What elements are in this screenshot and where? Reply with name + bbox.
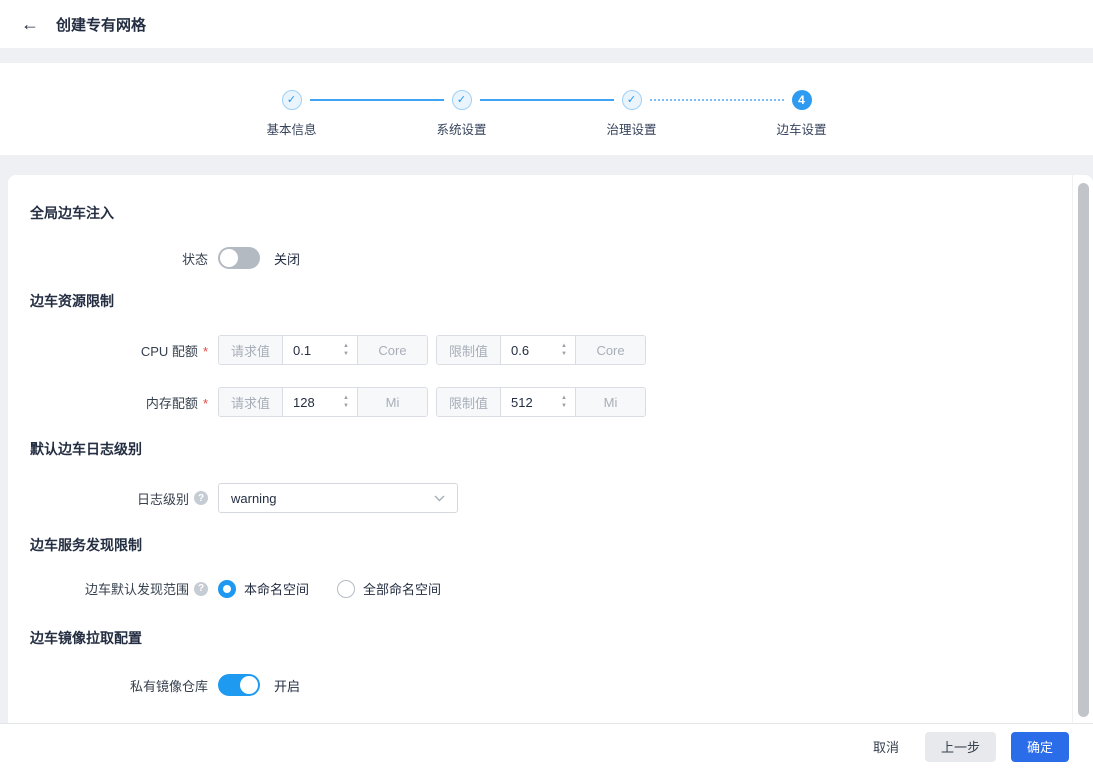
cpu-quota-row: CPU 配额 * 请求值 ▲▼ Core 限制值 ▲▼ Core	[30, 335, 1053, 365]
private-registry-toggle-state: 开启	[274, 678, 301, 694]
step-label-system-settings[interactable]: 系统设置	[436, 119, 486, 138]
section-title-image-pull: 边车镜像拉取配置	[30, 630, 142, 646]
status-label: 状态	[181, 251, 208, 267]
back-arrow-icon[interactable]: ←	[16, 10, 44, 38]
section-title-global-injection: 全局边车注入	[30, 205, 114, 221]
check-icon: ✓	[626, 93, 637, 106]
memory-limit-input[interactable]	[501, 388, 554, 416]
stepper-connector-1	[309, 99, 444, 101]
section-title-log-level: 默认边车日志级别	[30, 441, 142, 457]
memory-quota-label: 内存配额	[145, 395, 198, 411]
step-label-basic-info[interactable]: 基本信息	[266, 119, 316, 138]
step-3-done-circle: ✓	[621, 90, 642, 110]
wizard-stepper: ✓ ✓ ✓ 4 基本信息 系统设置 治理设置 边车设置	[0, 63, 1093, 155]
log-level-selected-value: warning	[231, 490, 277, 506]
cpu-request-group: 请求值 ▲▼ Core	[218, 335, 429, 365]
log-level-select[interactable]: warning	[218, 483, 458, 513]
radio-checked-icon	[218, 579, 236, 598]
action-footer: 取消 上一步 确定	[0, 723, 1093, 769]
status-row: 状态 关闭	[30, 247, 1053, 269]
step-2-done-circle: ✓	[451, 90, 472, 110]
cpu-request-stepper[interactable]: ▲ ▼	[335, 343, 357, 357]
previous-step-button[interactable]: 上一步	[924, 731, 996, 762]
private-registry-label: 私有镜像仓库	[129, 678, 208, 694]
stepper-connector-2	[479, 99, 614, 101]
cpu-limit-group: 限制值 ▲▼ Core	[436, 335, 647, 365]
memory-limit-group: 限制值 ▲▼ Mi	[436, 387, 647, 417]
memory-limit-addon: 限制值	[437, 388, 502, 416]
log-level-row: 日志级别 ? warning	[30, 483, 1053, 513]
memory-request-stepper[interactable]: ▲ ▼	[335, 395, 357, 409]
global-injection-toggle[interactable]	[218, 247, 260, 269]
memory-limit-unit: Mi	[575, 388, 646, 416]
memory-limit-stepper[interactable]: ▲ ▼	[553, 395, 575, 409]
chevron-down-icon	[434, 495, 445, 501]
memory-request-group: 请求值 ▲▼ Mi	[218, 387, 429, 417]
cpu-limit-input[interactable]	[501, 336, 554, 364]
cancel-button[interactable]: 取消	[863, 732, 909, 762]
stepper-connector-3	[649, 99, 784, 101]
discovery-scope-label: 边车默认发现范围	[84, 582, 189, 597]
global-injection-toggle-state: 关闭	[274, 251, 301, 267]
cpu-request-input[interactable]	[283, 336, 336, 364]
discovery-scope-row: 边车默认发现范围 ? 本命名空间 全部命名空间	[30, 579, 1053, 598]
step-4-active-circle: 4	[791, 90, 812, 110]
required-asterisk: *	[202, 344, 208, 359]
check-icon: ✓	[456, 93, 467, 106]
cpu-request-addon: 请求值	[219, 336, 284, 364]
memory-request-input[interactable]	[283, 388, 336, 416]
memory-request-addon: 请求值	[219, 388, 284, 416]
toggle-knob	[220, 249, 238, 267]
log-level-label: 日志级别	[136, 491, 189, 507]
toggle-knob	[240, 676, 258, 694]
section-title-service-discovery: 边车服务发现限制	[30, 537, 142, 553]
confirm-button[interactable]: 确定	[1010, 731, 1069, 762]
page-title: 创建专有网格	[56, 16, 147, 34]
cpu-limit-stepper[interactable]: ▲ ▼	[553, 343, 575, 357]
required-asterisk: *	[202, 396, 208, 411]
check-icon: ✓	[286, 93, 297, 106]
cpu-quota-label: CPU 配额	[140, 343, 198, 359]
step-label-sidecar[interactable]: 边车设置	[776, 119, 826, 138]
memory-quota-row: 内存配额 * 请求值 ▲▼ Mi 限制值 ▲▼ Mi	[30, 387, 1053, 417]
section-title-resource-limits: 边车资源限制	[30, 293, 114, 309]
cpu-request-unit: Core	[357, 336, 428, 364]
help-icon[interactable]: ?	[194, 491, 208, 505]
form-panel: 全局边车注入 状态 关闭 边车资源限制 CPU 配额 * 请求值 ▲▼ Core	[8, 175, 1093, 723]
vertical-scrollbar[interactable]	[1077, 175, 1091, 723]
private-registry-row: 私有镜像仓库 开启	[30, 674, 1053, 696]
radio-option-all-namespaces[interactable]: 全部命名空间	[337, 579, 441, 598]
radio-option-own-namespace[interactable]: 本命名空间	[218, 579, 309, 598]
page-header: ← 创建专有网格	[0, 0, 1093, 48]
step-label-governance[interactable]: 治理设置	[606, 119, 656, 138]
scrollbar-thumb[interactable]	[1078, 183, 1089, 717]
content-edge-divider	[1072, 175, 1073, 723]
step-1-done-circle: ✓	[281, 90, 302, 110]
memory-request-unit: Mi	[357, 388, 428, 416]
cpu-limit-addon: 限制值	[437, 336, 502, 364]
radio-unchecked-icon	[337, 579, 356, 598]
step-number: 4	[798, 93, 805, 107]
private-registry-toggle[interactable]	[218, 674, 260, 696]
help-icon[interactable]: ?	[194, 581, 208, 596]
cpu-limit-unit: Core	[575, 336, 646, 364]
